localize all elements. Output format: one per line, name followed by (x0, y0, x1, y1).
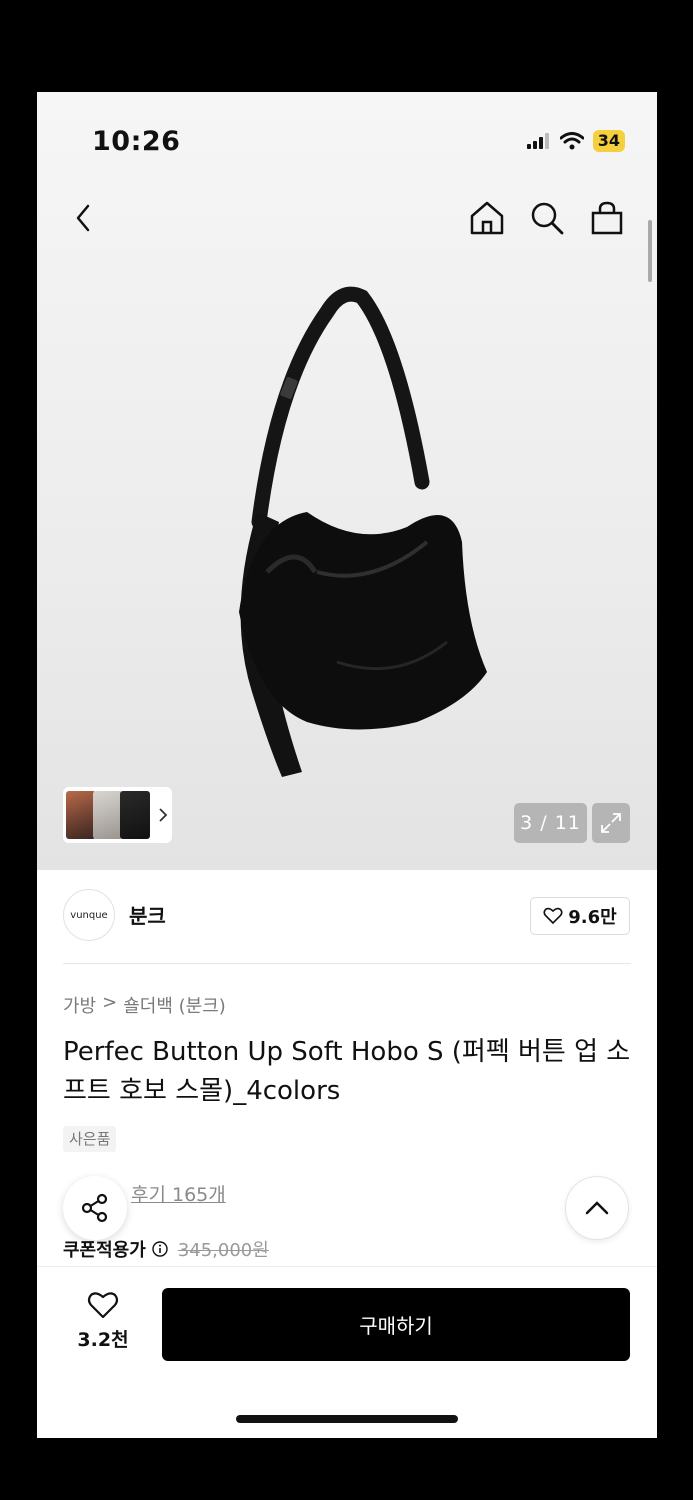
thumbnail[interactable] (93, 791, 123, 839)
brand-logo[interactable]: vunque (63, 889, 115, 941)
breadcrumb-subcategory[interactable]: 숄더백 (분크) (123, 992, 226, 1018)
expand-button[interactable] (592, 803, 630, 843)
scrollbar[interactable] (648, 220, 652, 282)
home-button[interactable] (465, 196, 509, 240)
chevron-left-icon (76, 204, 90, 232)
original-price: 345,000원 (177, 1240, 269, 1261)
chevron-up-icon (585, 1201, 609, 1215)
product-title: Perfec Button Up Soft Hobo S (퍼펙 버튼 업 소프… (63, 1037, 631, 1106)
bottom-action-bar: 3.2천 구매하기 (37, 1266, 657, 1438)
thumbnail[interactable] (66, 791, 96, 839)
home-indicator[interactable] (236, 1415, 458, 1423)
cart-button[interactable] (585, 196, 629, 240)
breadcrumb-separator: > (102, 992, 118, 1013)
phone-screen: 10:26 34 3 / 11 vunque 분크 9.6만 가방 > 숄더백 … (37, 92, 657, 1438)
info-icon[interactable] (152, 1241, 168, 1257)
status-time: 10:26 (92, 126, 181, 157)
battery-indicator: 34 (592, 130, 625, 152)
signal-icon (526, 133, 549, 149)
share-button[interactable] (63, 1176, 127, 1240)
shopping-bag-icon (591, 201, 623, 235)
home-icon (470, 201, 504, 235)
share-icon (81, 1193, 108, 1223)
search-icon (531, 202, 564, 235)
price-row: 쿠폰적용가 345,000원 (63, 1236, 269, 1262)
buy-button[interactable]: 구매하기 (162, 1288, 630, 1361)
thumbnail[interactable] (120, 791, 150, 839)
product-photo (239, 286, 487, 777)
image-counter: 3 / 11 (514, 803, 587, 843)
heart-icon (543, 907, 563, 925)
product-image-area[interactable]: 10:26 34 3 / 11 (37, 92, 657, 870)
back-button[interactable] (61, 196, 105, 240)
brand-like-count: 9.6만 (568, 907, 617, 928)
search-button[interactable] (525, 196, 569, 240)
gift-badge: 사은품 (63, 1126, 117, 1152)
coupon-price-label: 쿠폰적용가 (63, 1240, 146, 1261)
wishlist-button[interactable]: 3.2천 (67, 1291, 139, 1352)
brand-name[interactable]: 분크 (129, 900, 166, 929)
chevron-right-icon (159, 808, 168, 822)
thumbnail-strip[interactable] (63, 787, 172, 843)
heart-icon (87, 1292, 119, 1319)
divider (63, 963, 631, 964)
review-link[interactable]: 후기 165개 (131, 1180, 226, 1207)
breadcrumb: 가방 > 숄더백 (분크) (63, 992, 226, 1018)
status-icons: 34 (526, 130, 625, 152)
brand-like-button[interactable]: 9.6만 (530, 897, 630, 935)
wishlist-count: 3.2천 (77, 1329, 129, 1351)
breadcrumb-category[interactable]: 가방 (63, 992, 96, 1018)
scroll-to-top-button[interactable] (565, 1176, 629, 1240)
expand-icon (601, 813, 621, 833)
wifi-icon (559, 132, 584, 150)
